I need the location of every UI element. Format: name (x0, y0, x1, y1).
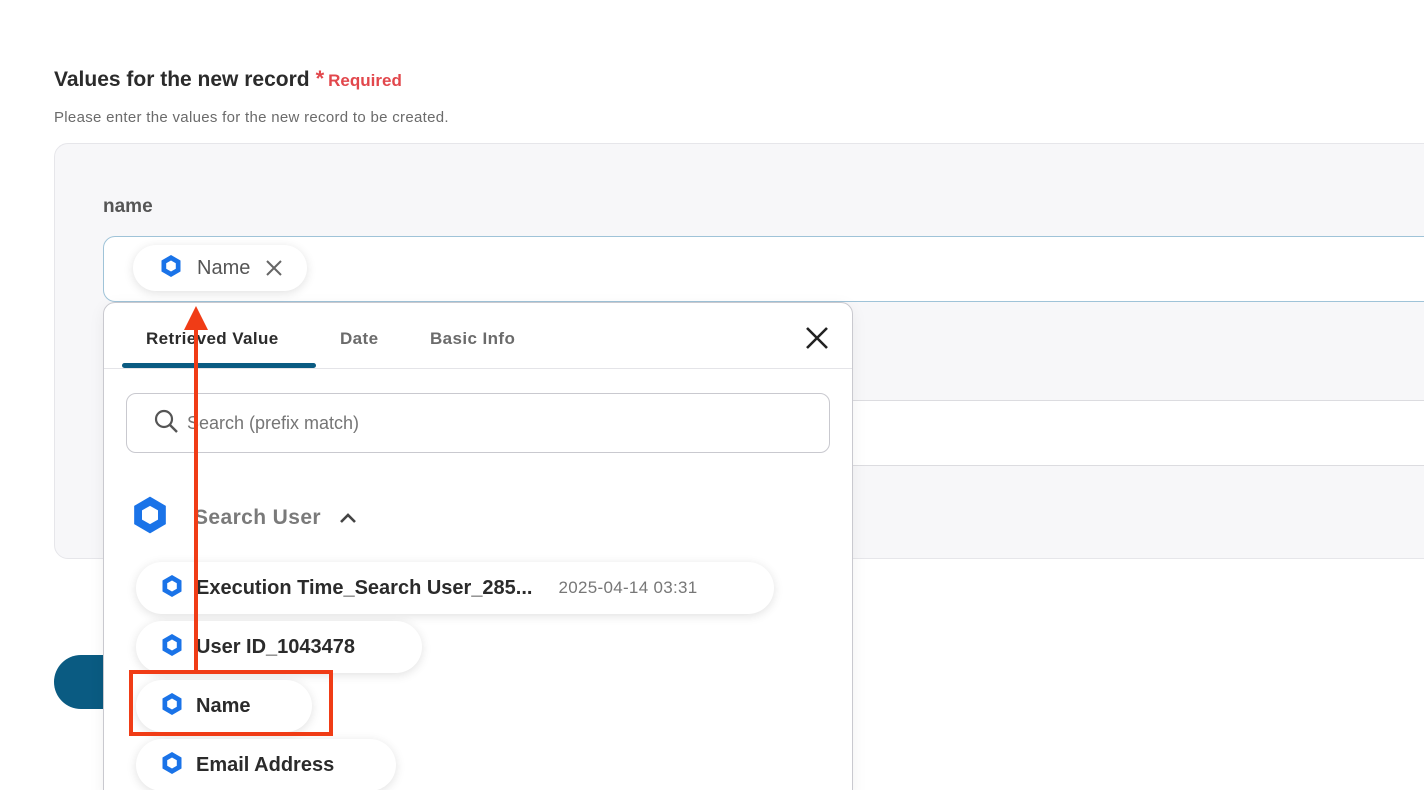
annotation-highlight-box (129, 670, 333, 736)
search-icon (153, 408, 179, 439)
app-hexagon-icon (130, 495, 170, 540)
group-label: Search User (194, 505, 321, 529)
list-item[interactable]: Execution Time_Search User_285... 2025-0… (136, 562, 774, 614)
close-icon[interactable] (804, 325, 830, 356)
app-hexagon-icon (159, 254, 183, 283)
chevron-up-icon[interactable] (339, 512, 357, 524)
section-description: Please enter the values for the new reco… (54, 109, 449, 126)
second-field[interactable] (840, 400, 1424, 466)
group-header-search-user[interactable]: Search User (130, 495, 357, 540)
section-title-text: Values for the new record (54, 68, 310, 91)
item-label: Execution Time_Search User_285... (196, 576, 533, 599)
annotation-arrow-head (184, 306, 208, 330)
tab-basic-info[interactable]: Basic Info (430, 329, 515, 349)
item-label: User ID_1043478 (196, 635, 356, 658)
active-tab-indicator (122, 363, 316, 368)
app-hexagon-icon (160, 574, 184, 603)
picker-tabs: Retrieved Value Date Basic Info (104, 303, 852, 369)
tab-date[interactable]: Date (340, 329, 378, 349)
app-hexagon-icon (160, 751, 184, 780)
chip-label: Name (197, 256, 251, 279)
annotation-arrow-shaft (194, 322, 198, 672)
field-label-name: name (103, 196, 153, 217)
search-box[interactable] (126, 393, 830, 453)
chip-remove-icon[interactable] (264, 258, 284, 278)
list-item[interactable]: User ID_1043478 (136, 621, 422, 673)
search-input[interactable] (187, 412, 787, 434)
section-title: Values for the new record * Required (54, 66, 402, 92)
tab-retrieved-value[interactable]: Retrieved Value (146, 329, 279, 349)
list-item[interactable]: Email Address (136, 739, 396, 790)
name-chip[interactable]: Name (133, 245, 307, 291)
item-label: Email Address (196, 753, 335, 776)
required-label: Required (328, 71, 402, 90)
app-hexagon-icon (160, 633, 184, 662)
item-value: 2025-04-14 03:31 (558, 578, 698, 597)
required-mark: * (315, 66, 325, 91)
